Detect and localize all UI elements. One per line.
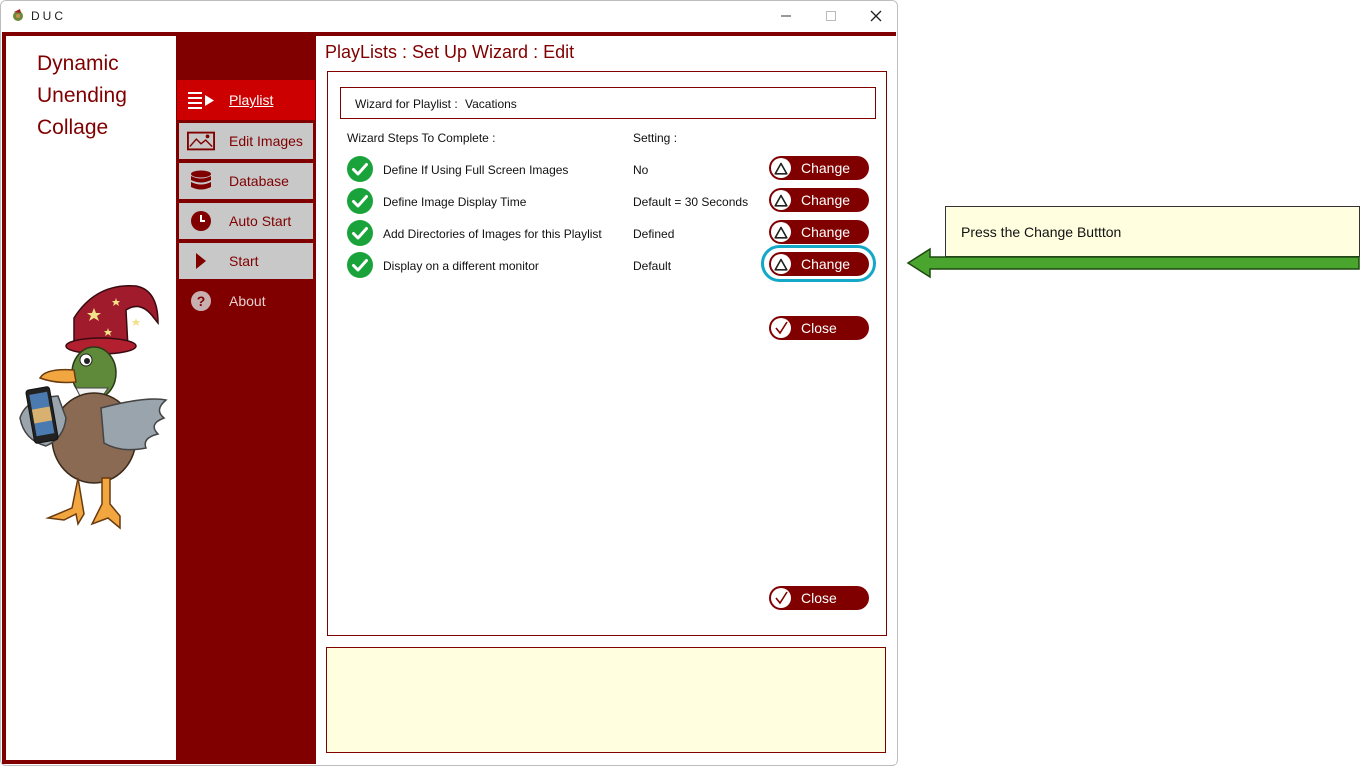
- svg-text:?: ?: [197, 293, 206, 309]
- play-icon: [187, 250, 215, 272]
- sidebar-item-label: Playlist: [229, 92, 274, 108]
- close-button-top[interactable]: Close: [769, 316, 869, 340]
- checkmark-icon: [771, 588, 791, 608]
- sidebar-item-start[interactable]: Start: [177, 241, 315, 281]
- step-label: Display on a different monitor: [383, 259, 539, 273]
- minimize-button[interactable]: [763, 1, 809, 31]
- brand-line: Collage: [37, 116, 109, 139]
- sidebar-item-label: Start: [229, 253, 259, 269]
- brand-line: Dynamic: [37, 52, 119, 75]
- steps-column-header: Wizard Steps To Complete :: [347, 131, 496, 145]
- sidebar-item-label: About: [229, 293, 266, 309]
- info-message-box: [326, 647, 886, 753]
- step-label: Define Image Display Time: [383, 195, 527, 209]
- check-circle-icon: [347, 252, 373, 278]
- step-setting: No: [633, 163, 649, 177]
- sidebar-item-playlist[interactable]: Playlist: [177, 80, 315, 120]
- minimize-icon: [781, 15, 791, 17]
- window-title: DUC: [31, 9, 66, 23]
- step-setting: Default = 30 Seconds: [633, 195, 749, 209]
- callout-text: Press the Change Buttton: [961, 224, 1122, 240]
- brand-line: Unending: [37, 84, 127, 107]
- sidebar-item-database[interactable]: Database: [177, 161, 315, 201]
- warning-triangle-icon: [771, 190, 791, 210]
- setting-column-header: Setting :: [633, 131, 678, 145]
- highlight-ring: [761, 245, 876, 282]
- wizard-playlist-header: Wizard for Playlist : Vacations: [340, 87, 876, 119]
- title-bar: DUC: [1, 1, 897, 31]
- warning-triangle-icon: [771, 222, 791, 242]
- duck-wizard-mascot: [16, 278, 171, 538]
- sidebar-item-label: Database: [229, 173, 289, 189]
- left-arrow-icon: [906, 246, 1362, 285]
- close-icon: [870, 10, 882, 22]
- close-window-button[interactable]: [853, 1, 897, 31]
- sidebar-item-label: Auto Start: [229, 213, 292, 229]
- sidebar-item-auto-start[interactable]: Auto Start: [177, 201, 315, 241]
- check-circle-icon: [347, 220, 373, 246]
- step-label: Define If Using Full Screen Images: [383, 163, 569, 177]
- sidebar-item-edit-images[interactable]: Edit Images: [177, 121, 315, 161]
- button-label: Close: [801, 590, 837, 606]
- close-button-bottom[interactable]: Close: [769, 586, 869, 610]
- clock-icon: [187, 210, 215, 232]
- wizard-playlist-name: Vacations: [465, 97, 517, 111]
- button-label: Change: [801, 224, 851, 240]
- sidebar-item-about[interactable]: ? About: [177, 281, 315, 321]
- playlist-icon: [187, 89, 215, 111]
- warning-triangle-icon: [771, 158, 791, 178]
- maximize-icon: [826, 11, 836, 21]
- change-button-full-screen[interactable]: Change: [769, 156, 869, 180]
- change-button-directories[interactable]: Change: [769, 220, 869, 244]
- step-setting: Default: [633, 259, 672, 273]
- duck-app-icon: [11, 8, 25, 22]
- check-circle-icon: [347, 188, 373, 214]
- button-label: Close: [801, 320, 837, 336]
- button-label: Change: [801, 160, 851, 176]
- step-label: Add Directories of Images for this Playl…: [383, 227, 602, 241]
- image-icon: [187, 130, 215, 152]
- step-setting: Defined: [633, 227, 675, 241]
- sidebar-item-label: Edit Images: [229, 133, 303, 149]
- page-title: PlayLists : Set Up Wizard : Edit: [325, 42, 575, 62]
- maximize-button[interactable]: [808, 1, 854, 31]
- database-icon: [187, 170, 215, 192]
- wizard-playlist-label: Wizard for Playlist :: [355, 97, 458, 111]
- check-circle-icon: [347, 156, 373, 182]
- change-button-display-time[interactable]: Change: [769, 188, 869, 212]
- help-icon: ?: [187, 290, 215, 312]
- brand-title: Dynamic Unending Collage: [37, 48, 127, 144]
- checkmark-icon: [771, 318, 791, 338]
- button-label: Change: [801, 192, 851, 208]
